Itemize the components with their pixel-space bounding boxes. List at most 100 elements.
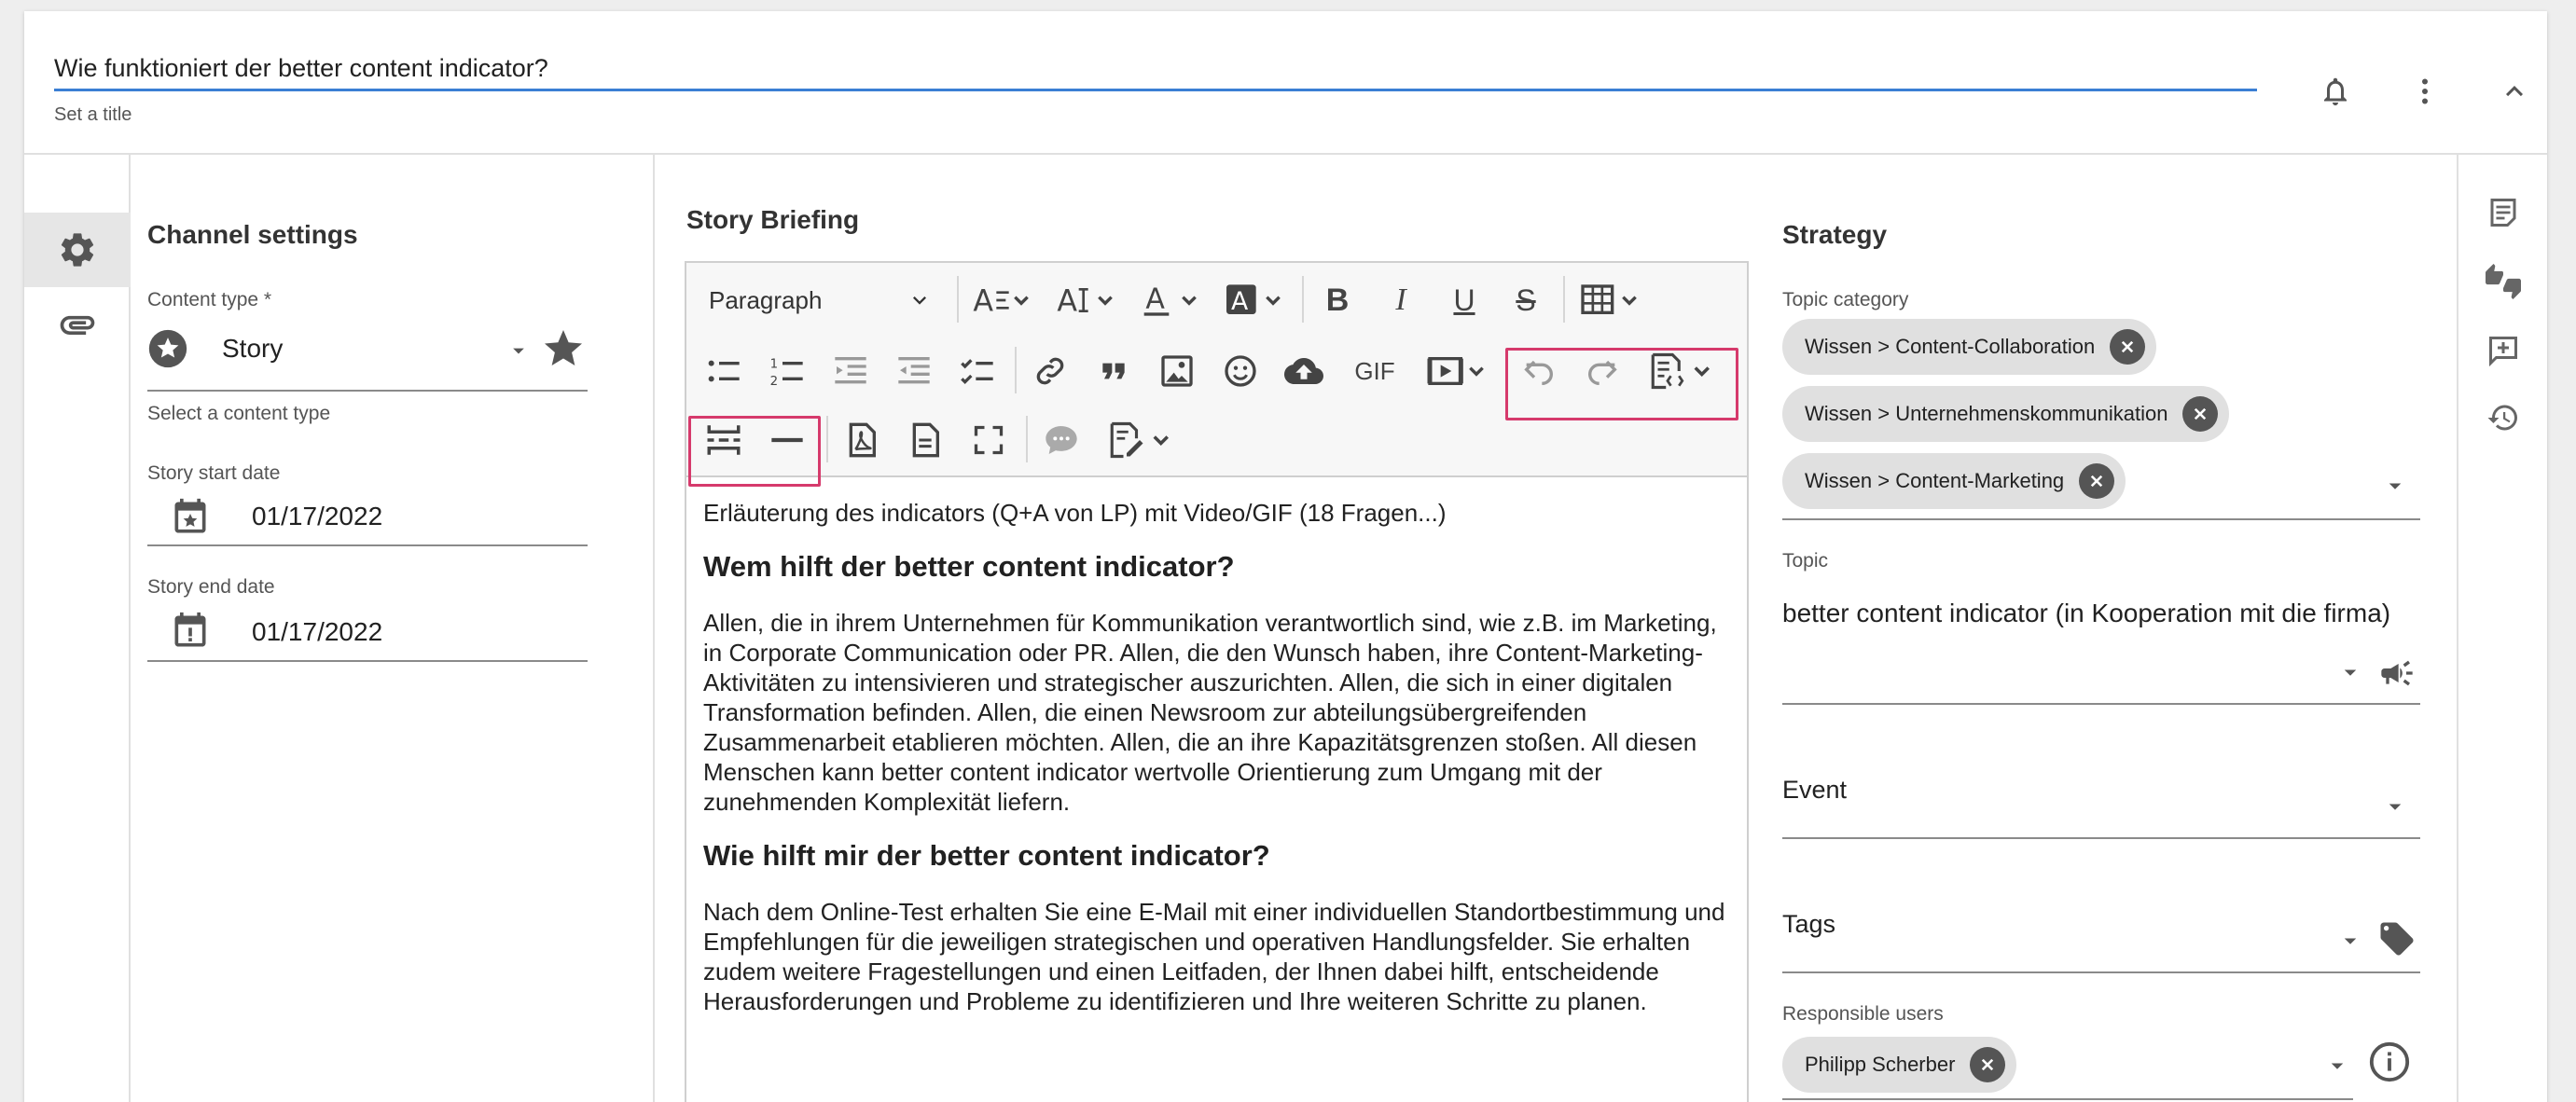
bullet-list-icon [708, 360, 740, 382]
svg-text:A: A [1231, 287, 1249, 316]
redo-button[interactable] [1572, 341, 1632, 401]
outdent-icon [898, 357, 930, 384]
notes-button[interactable] [2479, 188, 2528, 237]
blockquote-button[interactable] [1084, 341, 1143, 401]
insert-image-button[interactable] [1147, 341, 1207, 401]
font-family-icon: A [1057, 285, 1113, 319]
source-editing-button[interactable] [1636, 341, 1725, 401]
highlight-color-icon: A [1226, 284, 1281, 316]
editor-content-area[interactable]: Erläuterung des indicators (Q+A von LP) … [685, 477, 1749, 1102]
paragraph-1: Allen, die in ihrem Unternehmen für Komm… [703, 609, 1717, 816]
star-circle-icon [148, 329, 187, 368]
notes-icon [2490, 199, 2516, 227]
feedback-button[interactable] [2479, 257, 2528, 306]
users-dropdown-icon[interactable] [2323, 1052, 2351, 1080]
chip-topic-category: Wissen > Content-Collaboration [1782, 319, 2157, 375]
font-size-button[interactable]: A [963, 270, 1043, 330]
outdent-button[interactable] [884, 341, 944, 401]
media-embed-button[interactable] [1416, 341, 1500, 401]
remove-chip-icon[interactable] [2110, 329, 2146, 365]
link-button[interactable] [1020, 341, 1080, 401]
remove-chip-icon[interactable] [2079, 463, 2115, 499]
paragraph-format-select[interactable]: Paragraph [694, 270, 946, 330]
todo-list-button[interactable] [948, 341, 1007, 401]
fullscreen-button[interactable] [959, 410, 1018, 470]
content-type-underline [147, 390, 588, 392]
upload-button[interactable] [1274, 341, 1334, 401]
remove-chip-icon[interactable] [2182, 396, 2219, 432]
comment-icon [1046, 426, 1077, 454]
topic-value[interactable]: better content indicator (in Kooperation… [1782, 599, 2390, 628]
attachments-tab[interactable] [24, 287, 131, 362]
pdf-icon [849, 422, 876, 458]
settings-tab[interactable] [24, 213, 131, 287]
title-input[interactable] [54, 48, 2257, 91]
svg-text:A: A [1145, 282, 1165, 315]
bullet-list-button[interactable] [694, 341, 754, 401]
page-break-button[interactable] [694, 410, 754, 470]
remove-chip-icon[interactable] [1970, 1047, 2006, 1082]
export-word-button[interactable] [895, 410, 955, 470]
more-vert-icon[interactable] [2403, 69, 2447, 114]
end-date-underline [147, 660, 588, 662]
undo-icon [1524, 360, 1553, 385]
quote-icon [1102, 363, 1125, 379]
comment-button[interactable] [1032, 410, 1091, 470]
track-changes-button[interactable] [1095, 410, 1184, 470]
strategy-title: Strategy [1782, 220, 1888, 249]
start-date-field[interactable]: 01/17/2022 [147, 492, 588, 546]
heading-1: Wem hilft der better content indicator? [703, 550, 1235, 583]
story-editor-card: Set a title Channel settings Content typ… [24, 11, 2547, 1102]
info-icon[interactable] [2368, 1040, 2411, 1083]
tags-icon[interactable] [2375, 919, 2418, 958]
event-dropdown-icon[interactable] [2381, 792, 2409, 820]
history-button[interactable] [2479, 393, 2528, 442]
font-family-button[interactable]: A [1046, 270, 1127, 330]
italic-button[interactable]: I [1371, 270, 1431, 330]
add-comment-button[interactable] [2479, 326, 2528, 375]
topic-category-dropdown-icon[interactable] [2381, 472, 2409, 500]
numbered-list-button[interactable]: 12 [757, 341, 817, 401]
strikethrough-button[interactable]: S [1496, 270, 1556, 330]
thumbs-up-down-icon [2486, 264, 2521, 299]
story-briefing-panel: Story Briefing Paragraph A A A A B I U S… [655, 155, 1760, 1102]
bell-icon[interactable] [2313, 69, 2358, 114]
table-button[interactable] [1569, 270, 1653, 330]
font-color-button[interactable]: A [1130, 270, 1211, 330]
start-date-label: Story start date [147, 462, 281, 484]
indent-button[interactable] [821, 341, 880, 401]
content-type-hint: Select a content type [147, 403, 331, 424]
end-date-field[interactable]: 01/17/2022 [147, 606, 588, 660]
dropdown-arrow-icon [513, 348, 524, 354]
event-underline[interactable] [1782, 837, 2420, 839]
gear-icon [61, 233, 94, 267]
checklist-icon [961, 359, 993, 385]
export-pdf-button[interactable] [832, 410, 892, 470]
emoji-button[interactable] [1211, 341, 1270, 401]
font-color-icon: A [1143, 282, 1197, 316]
horizontal-line-button[interactable] [757, 410, 817, 470]
tags-dropdown-icon[interactable] [2336, 927, 2364, 955]
underline-button[interactable]: U [1434, 270, 1494, 330]
indent-icon [835, 357, 866, 384]
favorite-star-icon[interactable] [541, 326, 586, 371]
content-type-select[interactable]: Story [147, 326, 588, 379]
topic-dropdown-icon[interactable] [2336, 658, 2364, 686]
event-label: Event [1782, 776, 1848, 804]
bold-button[interactable]: B [1308, 270, 1367, 330]
background-color-button[interactable]: A [1214, 270, 1295, 330]
content-type-value: Story [222, 334, 284, 363]
chevron-up-icon[interactable] [2492, 69, 2537, 114]
editor-toolbar: Paragraph A A A A B I U S 1 2 GIF [685, 261, 1749, 477]
chip-topic-category: Wissen > Content-Marketing [1782, 453, 2126, 509]
megaphone-icon[interactable] [2377, 654, 2417, 692]
strategy-panel: Strategy Topic category Wissen > Content… [1760, 155, 2497, 1102]
svg-text:1: 1 [770, 358, 778, 372]
paragraph-format-label: Paragraph [709, 285, 823, 314]
undo-button[interactable] [1509, 341, 1569, 401]
chip-label: Wissen > Content-Collaboration [1805, 335, 2096, 358]
gif-button[interactable]: GIF [1337, 341, 1412, 401]
cloud-upload-icon [1284, 358, 1323, 384]
topic-label: Topic [1782, 550, 1829, 572]
italic-icon: I [1395, 282, 1406, 317]
